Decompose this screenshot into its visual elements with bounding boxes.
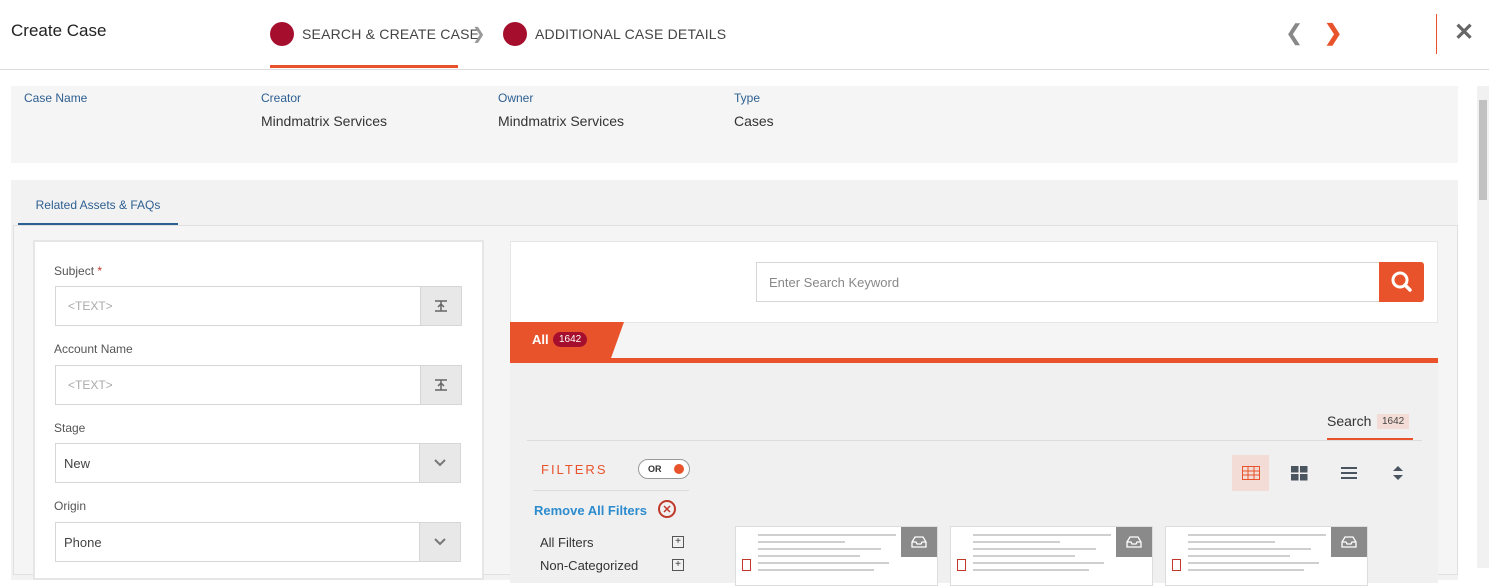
list-view-button[interactable] <box>1330 455 1367 491</box>
creator-field: Creator Mindmatrix Services <box>261 91 387 129</box>
step-additional-case-details[interactable]: 2 ADDITIONAL CASE DETAILS <box>503 22 726 46</box>
origin-value: Phone <box>64 535 102 550</box>
document-thumbnail <box>1188 529 1333 585</box>
type-value: Cases <box>734 113 774 129</box>
grid-view-button[interactable] <box>1281 455 1318 491</box>
next-step-button[interactable]: ❯ <box>1324 20 1342 46</box>
type-field: Type Cases <box>734 91 774 129</box>
step-number-badge: 1 <box>270 22 294 46</box>
creator-label: Creator <box>261 91 302 105</box>
close-button[interactable]: ✕ <box>1454 18 1474 47</box>
tab-search-count: 1642 <box>1377 414 1410 429</box>
step-label: ADDITIONAL CASE DETAILS <box>535 26 727 42</box>
required-marker: * <box>97 264 103 278</box>
tab-search[interactable]: Search 1642 <box>1327 413 1413 440</box>
toggle-label: OR <box>648 464 662 474</box>
file-icon <box>742 559 751 571</box>
search-input[interactable]: Enter Search Keyword <box>756 262 1380 302</box>
asset-card[interactable] <box>1165 526 1368 586</box>
active-step-indicator <box>270 65 458 68</box>
search-placeholder: Enter Search Keyword <box>769 275 900 290</box>
subject-label: Subject * <box>54 264 103 278</box>
text-format-icon[interactable] <box>420 366 461 404</box>
tab-all[interactable]: All 1642 <box>510 322 624 360</box>
type-label: Type <box>734 91 761 105</box>
filter-or-toggle[interactable]: OR <box>638 459 690 479</box>
divider <box>1436 14 1437 54</box>
chevron-right-icon: ❯ <box>472 26 486 43</box>
origin-select[interactable]: Phone <box>55 522 461 562</box>
divider <box>533 490 689 491</box>
remove-all-filters-link[interactable]: Remove All Filters <box>534 503 647 518</box>
filter-item-all-filters[interactable]: All Filters <box>540 535 593 550</box>
account-name-placeholder: <TEXT> <box>68 378 113 392</box>
chevron-down-icon[interactable] <box>419 523 460 561</box>
tab-all-count: 1642 <box>553 332 588 347</box>
toggle-knob <box>674 464 684 474</box>
tab-search-label: Search <box>1327 413 1372 429</box>
page-title: Create Case <box>11 21 107 40</box>
creator-value: Mindmatrix Services <box>261 113 388 129</box>
search-button[interactable] <box>1379 262 1424 302</box>
table-view-button[interactable] <box>1232 455 1269 491</box>
chevron-down-icon[interactable] <box>419 444 460 482</box>
case-name-field: Case Name <box>24 91 87 113</box>
file-icon <box>957 559 966 571</box>
subject-placeholder: <TEXT> <box>68 299 113 313</box>
stage-value: New <box>64 456 91 471</box>
scrollbar-thumb[interactable] <box>1479 100 1487 200</box>
stage-label: Stage <box>54 421 86 435</box>
sort-icon <box>1392 466 1403 480</box>
table-view-icon <box>1241 466 1260 480</box>
owner-label: Owner <box>498 91 534 105</box>
expand-icon[interactable]: + <box>672 559 684 571</box>
asset-card[interactable] <box>950 526 1153 586</box>
step-label: SEARCH & CREATE CASE <box>302 26 480 42</box>
document-thumbnail <box>758 529 903 585</box>
list-view-icon <box>1340 467 1357 479</box>
owner-field: Owner Mindmatrix Services <box>498 91 624 129</box>
previous-step-button[interactable]: ❮ <box>1285 20 1303 46</box>
inbox-icon[interactable] <box>1116 527 1152 557</box>
expand-icon[interactable]: + <box>672 536 684 548</box>
inbox-icon[interactable] <box>901 527 937 557</box>
account-name-field[interactable]: <TEXT> <box>55 365 462 405</box>
sort-button[interactable] <box>1379 455 1416 491</box>
owner-value: Mindmatrix Services <box>498 113 625 129</box>
asset-card[interactable] <box>735 526 938 586</box>
document-thumbnail <box>973 529 1118 585</box>
step-search-create-case[interactable]: 1 SEARCH & CREATE CASE <box>270 22 479 46</box>
filter-item-non-categorized[interactable]: Non-Categorized <box>540 558 638 573</box>
case-info-panel: Case Name Creator Mindmatrix Services Ow… <box>11 86 1458 163</box>
divider <box>527 440 1422 441</box>
case-name-label: Case Name <box>24 91 88 105</box>
origin-label: Origin <box>54 499 87 513</box>
file-icon <box>1172 559 1181 571</box>
grid-view-icon <box>1291 465 1308 480</box>
search-icon <box>1391 271 1412 292</box>
subject-field[interactable]: <TEXT> <box>55 286 462 326</box>
remove-filters-icon[interactable]: ✕ <box>658 500 676 518</box>
filters-title: FILTERS <box>541 462 608 477</box>
tab-all-label: All <box>532 332 549 347</box>
inbox-icon[interactable] <box>1331 527 1367 557</box>
tab-related-assets-faqs[interactable]: Related Assets & FAQs <box>18 196 178 225</box>
stage-select[interactable]: New <box>55 443 461 483</box>
top-bar: Create Case 1 SEARCH & CREATE CASE ❯ 2 A… <box>0 0 1489 70</box>
step-number-badge: 2 <box>503 22 527 46</box>
account-name-label: Account Name <box>54 342 133 356</box>
text-format-icon[interactable] <box>420 287 461 325</box>
